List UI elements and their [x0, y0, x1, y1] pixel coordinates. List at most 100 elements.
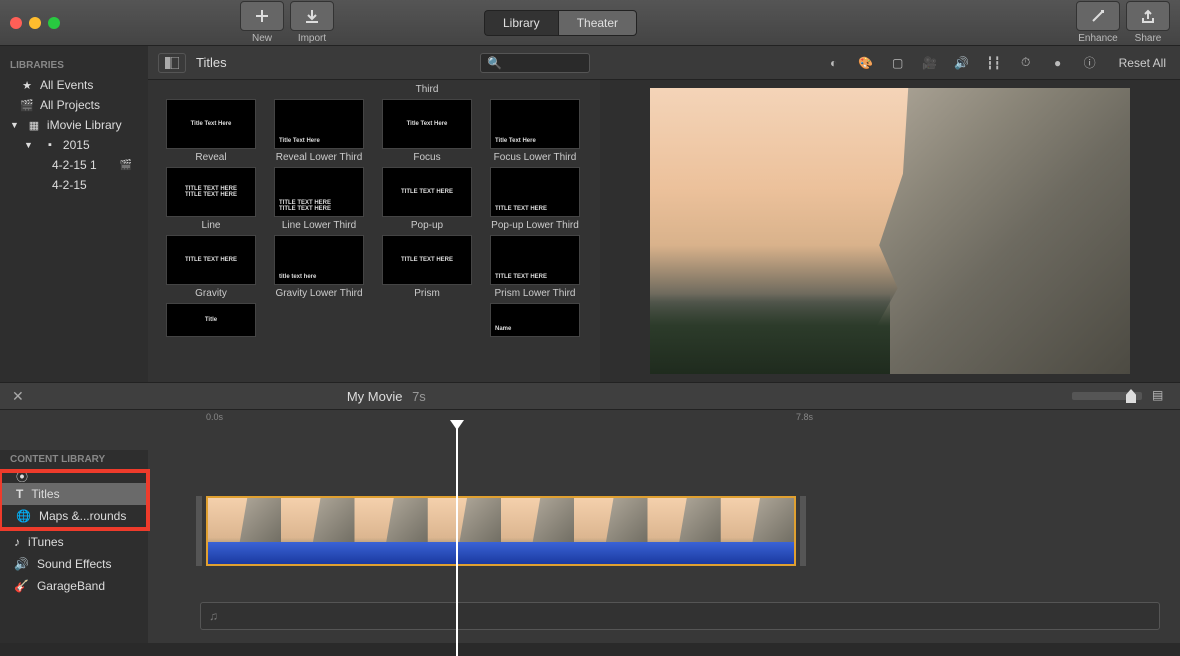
folder-icon: ▪ — [43, 139, 57, 151]
disclosure-icon[interactable]: ▼ — [24, 140, 33, 150]
audio-waveform[interactable] — [208, 542, 794, 564]
title-focus[interactable]: Title Text Here Focus — [382, 99, 472, 163]
settings-icon[interactable]: ▤ — [1152, 388, 1168, 404]
preview-pane: ◐ 🎨 ▢ 🎥 🔊 ┇┇ ⏱ ● ⓘ Reset All — [600, 46, 1180, 382]
zoom-slider[interactable] — [1072, 392, 1142, 400]
thumb-text: Title — [205, 317, 217, 323]
content-sound-effects[interactable]: 🔊Sound Effects — [0, 553, 148, 575]
sound-icon: 🔊 — [14, 557, 29, 571]
title-focus-lower-third[interactable]: Title Text HereFocus Lower Third — [490, 99, 580, 163]
content-library: CONTENT LIBRARY ⦿Transitions TTitles 🌐Ma… — [0, 450, 148, 643]
title-line-lower-third[interactable]: TITLE TEXT HERE TITLE TEXT HERE Line Lowe… — [274, 167, 364, 231]
all-events-label: All Events — [40, 78, 93, 92]
color-balance-icon[interactable]: ◐ — [825, 54, 843, 72]
playhead[interactable] — [456, 426, 458, 656]
title-reveal-lower-third[interactable]: Title Text HereReveal Lower Third — [274, 99, 364, 163]
title-label: Gravity — [195, 288, 227, 299]
title-gravity-lower-third[interactable]: title text hereGravity Lower Third — [274, 235, 364, 299]
volume-icon[interactable]: 🔊 — [953, 54, 971, 72]
content-library-header: CONTENT LIBRARY — [0, 450, 148, 469]
itunes-label: iTunes — [28, 535, 64, 549]
sidebar-event-1[interactable]: 4-2-15 1🎬 — [0, 155, 148, 175]
year-label: 2015 — [63, 138, 90, 152]
disclosure-icon[interactable]: ▼ — [10, 120, 19, 130]
thumb-text: Title Text Here — [191, 121, 232, 127]
sidebar-imovie-library[interactable]: ▼▦iMovie Library — [0, 115, 148, 135]
title-popup-lower-third[interactable]: TITLE TEXT HEREPop-up Lower Third — [490, 167, 580, 231]
search-icon: 🔍 — [487, 56, 502, 70]
effects-icon[interactable]: ● — [1049, 54, 1067, 72]
title-label: Focus — [413, 152, 440, 163]
title-label: Pop-up — [411, 220, 443, 231]
title-prism[interactable]: TITLE TEXT HEREPrism — [382, 235, 472, 299]
preview-frame — [650, 88, 1130, 374]
search-input[interactable]: 🔍 — [480, 53, 590, 73]
title-label: Prism — [414, 288, 440, 299]
timeline: ✕ My Movie 7s ▤ 0.0s 7.8s ♫ — [0, 382, 1180, 643]
title-label: Focus Lower Third — [494, 152, 577, 163]
sidebar-all-events[interactable]: ★All Events — [0, 75, 148, 95]
content-maps[interactable]: 🌐Maps &...rounds — [2, 505, 146, 527]
content-garageband[interactable]: 🎸 GarageBand — [0, 575, 148, 597]
time-ruler[interactable]: 0.0s 7.8s — [0, 410, 1180, 426]
theater-tab[interactable]: Theater — [558, 10, 637, 36]
thumb-text: TITLE TEXT HERE — [495, 206, 547, 212]
title-reveal[interactable]: Title Text HereReveal — [166, 99, 256, 163]
share-button[interactable] — [1126, 1, 1170, 31]
color-correct-icon[interactable]: 🎨 — [857, 54, 875, 72]
title-extra-2[interactable]: Name — [490, 303, 580, 337]
ruler-start: 0.0s — [206, 412, 223, 422]
event2-label: 4-2-15 — [52, 178, 87, 192]
file-buttons: New Import — [240, 1, 334, 44]
track-area[interactable]: ♫ — [0, 426, 1180, 626]
thumb-text: Name — [495, 326, 511, 332]
music-well[interactable]: ♫ — [200, 602, 1160, 630]
imovie-library-label: iMovie Library — [47, 118, 122, 132]
enhance-button[interactable] — [1076, 1, 1120, 31]
zoom-thumb[interactable] — [1126, 389, 1136, 403]
content-transitions[interactable]: ⦿Transitions — [2, 473, 146, 483]
stabilize-icon[interactable]: 🎥 — [921, 54, 939, 72]
video-clip[interactable] — [206, 496, 796, 566]
clip-handle-left[interactable] — [196, 496, 202, 566]
event1-label: 4-2-15 1 — [52, 158, 97, 172]
new-button[interactable] — [240, 1, 284, 31]
view-segment: Library Theater — [484, 10, 637, 36]
content-titles[interactable]: TTitles — [2, 483, 146, 505]
title-prism-lower-third[interactable]: TITLE TEXT HEREPrism Lower Third — [490, 235, 580, 299]
zoom-icon[interactable] — [48, 17, 60, 29]
minimize-icon[interactable] — [29, 17, 41, 29]
timeline-header: ✕ My Movie 7s ▤ — [0, 382, 1180, 410]
sidebar-all-projects[interactable]: 🎬All Projects — [0, 95, 148, 115]
title-gravity[interactable]: TITLE TEXT HEREGravity — [166, 235, 256, 299]
speed-icon[interactable]: ⏱ — [1017, 54, 1035, 72]
thumb-text: TITLE TEXT HERE TITLE TEXT HERE — [279, 200, 331, 212]
library-tab[interactable]: Library — [484, 10, 558, 36]
sidebar: LIBRARIES ★All Events 🎬All Projects ▼▦iM… — [0, 46, 148, 382]
new-label: New — [252, 33, 272, 44]
title-popup[interactable]: TITLE TEXT HEREPop-up — [382, 167, 472, 231]
clapper-icon: 🎬 — [20, 99, 34, 112]
sidebar-year-2015[interactable]: ▼ ▪ 2015 — [0, 135, 148, 155]
close-icon[interactable] — [10, 17, 22, 29]
info-icon[interactable]: ⓘ — [1081, 54, 1099, 72]
title-line[interactable]: TITLE TEXT HERE TITLE TEXT HERELine — [166, 167, 256, 231]
music-icon: ♫ — [209, 609, 218, 623]
garageband-label: GarageBand — [37, 579, 105, 593]
import-button[interactable] — [290, 1, 334, 31]
sidebar-event-2[interactable]: 4-2-15 — [0, 175, 148, 195]
transitions-icon: ⦿ — [16, 473, 28, 483]
titles-label: Titles — [31, 487, 59, 501]
reset-all-button[interactable]: Reset All — [1119, 56, 1166, 70]
partial-label: Third — [416, 84, 439, 95]
view-mode-toggle[interactable] — [158, 53, 186, 73]
crop-icon[interactable]: ▢ — [889, 54, 907, 72]
close-timeline-icon[interactable]: ✕ — [12, 388, 24, 405]
noise-icon[interactable]: ┇┇ — [985, 54, 1003, 72]
guitar-icon: 🎸 — [14, 579, 29, 593]
content-itunes[interactable]: ♪iTunes — [0, 531, 148, 553]
title-label: Line Lower Third — [282, 220, 356, 231]
thumb-text: Title Text Here — [407, 121, 448, 127]
clip-handle-right[interactable] — [800, 496, 806, 566]
title-extra-1[interactable]: Title — [166, 303, 256, 337]
